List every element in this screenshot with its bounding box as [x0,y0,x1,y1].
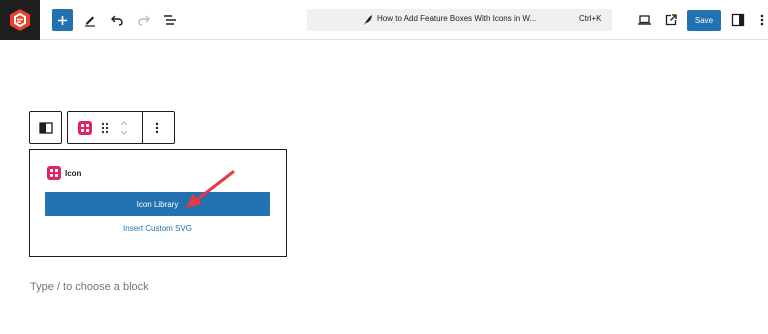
save-button[interactable]: Save [687,10,721,31]
feather-icon [358,10,378,30]
editor-header: How to Add Feature Boxes With Icons in W… [0,0,768,40]
icon-block-icon [47,166,61,180]
document-title[interactable]: How to Add Feature Boxes With Icons in W… [377,14,536,23]
tools-button[interactable] [80,10,100,30]
document-overview-button[interactable] [160,10,180,30]
block-label: Icon [65,169,82,178]
add-block-button[interactable] [52,9,73,31]
document-overview-icon [164,15,176,25]
undo-icon [111,15,123,26]
move-block-button[interactable] [117,118,131,137]
block-appender-placeholder[interactable]: Type / to choose a block [30,281,149,293]
toolbar-divider [142,112,143,143]
redo-button[interactable] [134,10,154,30]
undo-button[interactable] [107,10,127,30]
sidebar-toggle-icon [731,13,745,27]
more-vertical-icon [155,122,159,133]
options-button[interactable] [752,10,768,30]
laptop-icon [637,15,651,25]
annotation-arrow-icon [186,170,235,208]
settings-sidebar-button[interactable] [728,10,748,30]
insert-custom-svg-link[interactable]: Insert Custom SVG [45,224,270,233]
view-post-button[interactable] [661,10,681,30]
redo-icon [138,15,150,26]
block-type-button[interactable] [77,120,92,135]
chevron-up-down-icon [120,120,128,135]
icon-block-icon [77,120,92,135]
columns-icon [38,120,53,135]
preview-button[interactable] [634,10,654,30]
external-link-icon [665,14,677,26]
plus-icon [58,15,67,25]
drag-handle[interactable] [99,120,111,135]
more-vertical-icon [760,14,764,26]
block-options-button[interactable] [151,120,163,135]
pencil-icon [85,16,95,27]
site-logo-icon[interactable] [0,0,40,40]
drag-handle-icon [101,122,109,133]
command-shortcut: Ctrl+K [579,14,602,23]
